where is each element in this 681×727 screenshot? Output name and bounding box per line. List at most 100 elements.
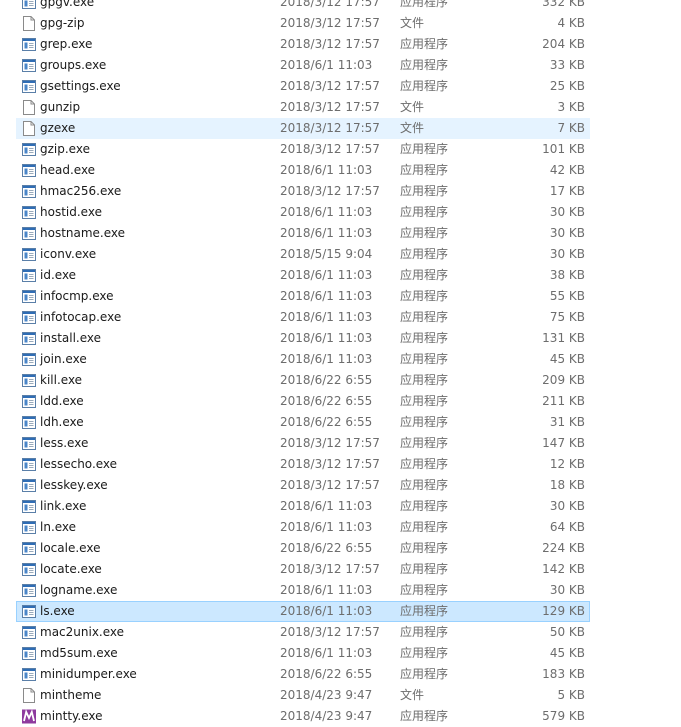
file-name: gpg-zip [40, 16, 85, 30]
file-type: 文件 [400, 688, 425, 702]
file-row[interactable]: mintty.exe 2018/4/23 9:47 应用程序 579 KB [16, 706, 590, 727]
file-row[interactable]: md5sum.exe 2018/6/1 11:03 应用程序 45 KB [16, 643, 590, 664]
file-type: 应用程序 [400, 163, 449, 177]
file-row[interactable]: kill.exe 2018/6/22 6:55 应用程序 209 KB [16, 370, 590, 391]
exe-icon [22, 226, 36, 241]
file-row[interactable]: locate.exe 2018/3/12 17:57 应用程序 142 KB [16, 559, 590, 580]
file-row[interactable]: join.exe 2018/6/1 11:03 应用程序 45 KB [16, 349, 590, 370]
file-row[interactable]: lessecho.exe 2018/3/12 17:57 应用程序 12 KB [16, 454, 590, 475]
file-date: 2018/6/1 11:03 [280, 583, 373, 597]
file-size: 45 KB [549, 352, 585, 366]
file-type: 应用程序 [400, 709, 449, 723]
file-row[interactable]: infotocap.exe 2018/6/1 11:03 应用程序 75 KB [16, 307, 590, 328]
file-row[interactable]: lesskey.exe 2018/3/12 17:57 应用程序 18 KB [16, 475, 590, 496]
file-name: infocmp.exe [40, 289, 114, 303]
file-row[interactable]: iconv.exe 2018/5/15 9:04 应用程序 30 KB [16, 244, 590, 265]
file-type: 应用程序 [400, 79, 449, 93]
file-row[interactable]: ls.exe 2018/6/1 11:03 应用程序 129 KB [16, 601, 590, 622]
file-row[interactable]: gpgv.exe 2018/3/12 17:57 应用程序 332 KB [16, 0, 590, 13]
file-date: 2018/3/12 17:57 [280, 100, 380, 114]
file-name: ls.exe [40, 604, 75, 618]
exe-icon [22, 247, 36, 262]
file-date: 2018/3/12 17:57 [280, 142, 380, 156]
file-type: 应用程序 [400, 604, 449, 618]
file-row[interactable]: gzexe 2018/3/12 17:57 文件 7 KB [16, 118, 590, 139]
file-type: 文件 [400, 100, 425, 114]
file-type: 应用程序 [400, 184, 449, 198]
exe-icon [22, 520, 36, 535]
file-size: 30 KB [549, 247, 585, 261]
file-size: 129 KB [542, 604, 585, 618]
file-row[interactable]: locale.exe 2018/6/22 6:55 应用程序 224 KB [16, 538, 590, 559]
file-date: 2018/3/12 17:57 [280, 625, 380, 639]
file-row[interactable]: groups.exe 2018/6/1 11:03 应用程序 33 KB [16, 55, 590, 76]
file-date: 2018/6/1 11:03 [280, 163, 373, 177]
file-type: 应用程序 [400, 310, 449, 324]
file-name: md5sum.exe [40, 646, 118, 660]
file-row[interactable]: infocmp.exe 2018/6/1 11:03 应用程序 55 KB [16, 286, 590, 307]
file-type: 应用程序 [400, 583, 449, 597]
file-size: 7 KB [557, 121, 585, 135]
file-size: 33 KB [549, 58, 585, 72]
file-type: 应用程序 [400, 562, 449, 576]
exe-icon [22, 625, 36, 640]
file-row[interactable]: less.exe 2018/3/12 17:57 应用程序 147 KB [16, 433, 590, 454]
file-row[interactable]: hostid.exe 2018/6/1 11:03 应用程序 30 KB [16, 202, 590, 223]
file-row[interactable]: logname.exe 2018/6/1 11:03 应用程序 30 KB [16, 580, 590, 601]
exe-icon [22, 457, 36, 472]
file-icon [22, 16, 36, 31]
file-name: iconv.exe [40, 247, 97, 261]
file-size: 204 KB [542, 37, 585, 51]
file-type: 应用程序 [400, 331, 449, 345]
exe-icon [22, 604, 36, 619]
file-row[interactable]: link.exe 2018/6/1 11:03 应用程序 30 KB [16, 496, 590, 517]
file-row[interactable]: minidumper.exe 2018/6/22 6:55 应用程序 183 KB [16, 664, 590, 685]
file-row[interactable]: gpg-zip 2018/3/12 17:57 文件 4 KB [16, 13, 590, 34]
file-size: 332 KB [542, 0, 585, 9]
file-row[interactable]: ldh.exe 2018/6/22 6:55 应用程序 31 KB [16, 412, 590, 433]
file-type: 应用程序 [400, 142, 449, 156]
file-row[interactable]: gsettings.exe 2018/3/12 17:57 应用程序 25 KB [16, 76, 590, 97]
file-row[interactable]: grep.exe 2018/3/12 17:57 应用程序 204 KB [16, 34, 590, 55]
file-row[interactable]: ldd.exe 2018/6/22 6:55 应用程序 211 KB [16, 391, 590, 412]
exe-icon [22, 37, 36, 52]
file-row[interactable]: gzip.exe 2018/3/12 17:57 应用程序 101 KB [16, 139, 590, 160]
exe-icon [22, 0, 36, 10]
file-row[interactable]: mac2unix.exe 2018/3/12 17:57 应用程序 50 KB [16, 622, 590, 643]
file-name: ldd.exe [40, 394, 84, 408]
file-date: 2018/6/1 11:03 [280, 58, 373, 72]
file-date: 2018/3/12 17:57 [280, 184, 380, 198]
file-date: 2018/6/1 11:03 [280, 646, 373, 660]
exe-icon [22, 352, 36, 367]
file-type: 文件 [400, 16, 425, 30]
file-name: mintty.exe [40, 709, 103, 723]
file-date: 2018/3/12 17:57 [280, 121, 380, 135]
file-row[interactable]: hostname.exe 2018/6/1 11:03 应用程序 30 KB [16, 223, 590, 244]
file-row[interactable]: gunzip 2018/3/12 17:57 文件 3 KB [16, 97, 590, 118]
file-name: groups.exe [40, 58, 107, 72]
file-row[interactable]: install.exe 2018/6/1 11:03 应用程序 131 KB [16, 328, 590, 349]
file-date: 2018/3/12 17:57 [280, 457, 380, 471]
file-name: hostid.exe [40, 205, 102, 219]
exe-icon [22, 184, 36, 199]
file-row[interactable]: hmac256.exe 2018/3/12 17:57 应用程序 17 KB [16, 181, 590, 202]
file-icon [22, 100, 36, 115]
exe-icon [22, 478, 36, 493]
file-date: 2018/3/12 17:57 [280, 0, 380, 9]
file-name: gpgv.exe [40, 0, 95, 9]
file-type: 应用程序 [400, 373, 449, 387]
exe-icon [22, 79, 36, 94]
file-date: 2018/6/1 11:03 [280, 268, 373, 282]
file-name: grep.exe [40, 37, 93, 51]
file-row[interactable]: head.exe 2018/6/1 11:03 应用程序 42 KB [16, 160, 590, 181]
file-type: 应用程序 [400, 457, 449, 471]
file-row[interactable]: id.exe 2018/6/1 11:03 应用程序 38 KB [16, 265, 590, 286]
file-row[interactable]: mintheme 2018/4/23 9:47 文件 5 KB [16, 685, 590, 706]
file-date: 2018/4/23 9:47 [280, 688, 373, 702]
exe-icon [22, 541, 36, 556]
file-date: 2018/6/22 6:55 [280, 373, 373, 387]
file-date: 2018/6/22 6:55 [280, 394, 373, 408]
file-row[interactable]: ln.exe 2018/6/1 11:03 应用程序 64 KB [16, 517, 590, 538]
file-name: id.exe [40, 268, 77, 282]
exe-icon [22, 331, 36, 346]
